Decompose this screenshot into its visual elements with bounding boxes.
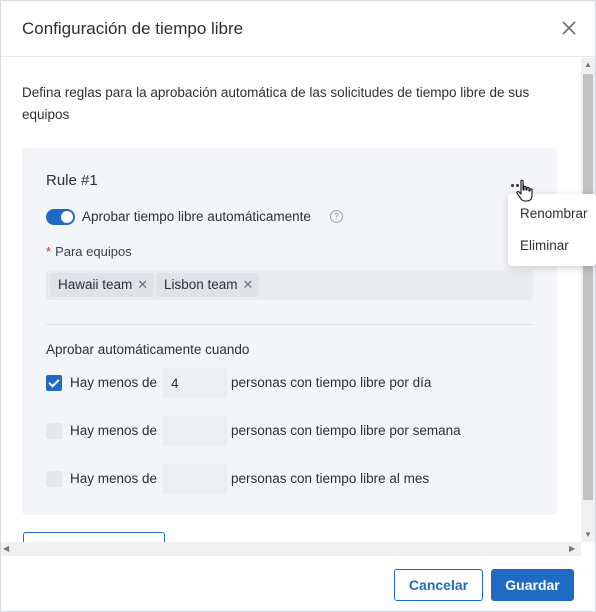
dialog-footer: Cancelar Guardar — [1, 556, 595, 612]
team-tag: Hawaii team ✕ — [50, 273, 155, 297]
menu-item-rename[interactable]: Renombrar — [520, 206, 588, 221]
time-off-settings-dialog: Configuración de tiempo libre Defina reg… — [0, 0, 596, 612]
auto-approve-toggle[interactable] — [46, 209, 75, 225]
team-tag-label: Lisbon team — [164, 277, 238, 292]
rule-title: Rule #1 — [46, 172, 98, 189]
teams-field-label: * Para equipos — [46, 244, 132, 259]
condition-prefix: Hay menos de — [70, 471, 158, 486]
scroll-up-icon[interactable]: ▲ — [584, 60, 592, 70]
scrollbar-thumb[interactable] — [583, 74, 593, 500]
condition-suffix: personas con tiempo libre por día — [231, 375, 432, 390]
auto-approve-label: Aprobar tiempo libre automáticamente — [82, 209, 311, 224]
hand-cursor-icon — [514, 179, 536, 203]
teams-select[interactable]: Hawaii team ✕ Lisbon team ✕ — [46, 270, 533, 300]
divider — [46, 324, 533, 325]
teams-label: Para equipos — [55, 244, 132, 259]
conditions-label: Aprobar automáticamente cuando — [46, 342, 250, 357]
dialog-header: Configuración de tiempo libre — [1, 1, 595, 57]
scroll-down-icon[interactable]: ▼ — [584, 530, 592, 540]
rule-context-menu: Renombrar Eliminar — [508, 194, 596, 266]
condition-row-day: Hay menos de personas con tiempo libre p… — [46, 368, 526, 398]
add-rule-button[interactable] — [23, 532, 165, 542]
save-button[interactable]: Guardar — [491, 569, 574, 601]
rule-card: Rule #1 Aprobar tiempo libre automáticam… — [22, 148, 557, 515]
condition-row-month: Hay menos de personas con tiempo libre a… — [46, 464, 526, 494]
condition-suffix: personas con tiempo libre por semana — [231, 423, 461, 438]
team-tag-label: Hawaii team — [58, 277, 133, 292]
close-icon[interactable] — [558, 17, 580, 39]
condition-row-week: Hay menos de personas con tiempo libre p… — [46, 416, 526, 446]
dialog-body: Defina reglas para la aprobación automát… — [1, 58, 581, 542]
vertical-scrollbar[interactable]: ▲ ▼ — [581, 58, 595, 542]
condition-value-month-input[interactable] — [163, 464, 227, 494]
menu-item-delete[interactable]: Eliminar — [520, 238, 569, 253]
condition-value-week-input[interactable] — [163, 416, 227, 446]
required-mark: * — [46, 244, 52, 259]
horizontal-scrollbar[interactable]: ◀ ▶ — [1, 542, 581, 556]
condition-value-day-input[interactable] — [163, 368, 227, 398]
condition-checkbox-month[interactable] — [46, 471, 62, 487]
dialog-description: Defina reglas para la aprobación automát… — [22, 85, 530, 122]
condition-checkbox-day[interactable] — [46, 375, 62, 391]
condition-prefix: Hay menos de — [70, 423, 158, 438]
tag-remove-icon[interactable]: ✕ — [243, 277, 254, 292]
tag-remove-icon[interactable]: ✕ — [137, 277, 148, 292]
cancel-button[interactable]: Cancelar — [394, 569, 483, 601]
condition-suffix: personas con tiempo libre al mes — [231, 471, 430, 486]
condition-checkbox-week[interactable] — [46, 423, 62, 439]
scroll-right-icon[interactable]: ▶ — [569, 544, 575, 554]
scroll-left-icon[interactable]: ◀ — [3, 544, 9, 554]
condition-prefix: Hay menos de — [70, 375, 158, 390]
help-icon[interactable]: ? — [330, 210, 343, 223]
dialog-title: Configuración de tiempo libre — [22, 19, 244, 38]
team-tag: Lisbon team ✕ — [156, 273, 260, 297]
